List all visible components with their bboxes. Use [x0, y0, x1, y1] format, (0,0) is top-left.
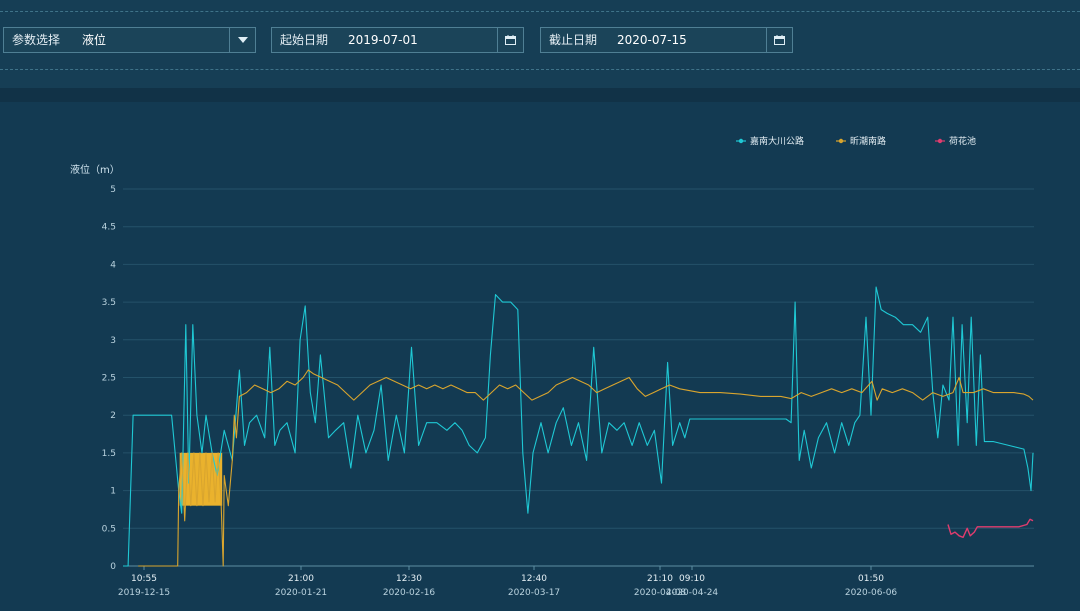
y-tick-label: 4 — [110, 260, 116, 270]
grid — [123, 188, 1034, 567]
legend-marker — [738, 138, 744, 144]
start-date-label: 起始日期 — [280, 33, 329, 47]
y-tick-label: 3.5 — [102, 298, 116, 308]
x-tick-date: 2020-04-24 — [666, 588, 719, 598]
y-tick-label: 2 — [110, 411, 116, 421]
x-tick-time: 12:30 — [396, 574, 422, 584]
x-tick-time: 21:10 — [647, 574, 673, 584]
legend[interactable]: 嘉南大川公路 昕潮南路 荷花池 — [736, 135, 976, 147]
series-lines — [123, 286, 1034, 567]
start-date-value: 2019-07-01 — [348, 33, 418, 47]
x-tick-time: 21:00 — [288, 574, 314, 584]
series-line-1 — [123, 286, 1034, 567]
x-tick-date: 2020-01-21 — [275, 588, 327, 598]
x-tick-date: 2019-12-15 — [118, 588, 170, 598]
y-tick-label: 0.5 — [102, 524, 116, 534]
x-tick-date: 2020-02-16 — [383, 588, 436, 598]
calendar-icon[interactable] — [766, 28, 792, 52]
y-tick-label: 1.5 — [102, 449, 116, 459]
legend-label: 荷花池 — [949, 135, 976, 147]
legend-label: 昕潮南路 — [850, 135, 886, 147]
x-tick-time: 10:55 — [131, 574, 157, 584]
legend-marker — [937, 138, 943, 144]
filter-bar: 参数选择 液位 起始日期 2019-07-01 截止日期 2020-07-15 — [0, 0, 1080, 88]
y-tick-label: 1 — [110, 487, 116, 497]
end-date-value: 2020-07-15 — [617, 33, 687, 47]
legend-label: 嘉南大川公路 — [750, 135, 804, 147]
param-select-label: 参数选择 — [12, 33, 61, 47]
chevron-down-icon[interactable] — [229, 28, 255, 52]
x-tick-date: 2020-06-06 — [845, 588, 898, 598]
y-tick-label: 4.5 — [102, 223, 116, 233]
legend-item[interactable]: 荷花池 — [935, 135, 976, 147]
calendar-icon[interactable] — [497, 28, 523, 52]
water-level-chart: 液位（m） 0 0.5 1 1.5 2 2.5 3 3.5 4 4.5 5 10:55 2019-12… — [70, 135, 1034, 598]
bottom-divider — [0, 69, 1080, 70]
x-tick-date: 2020-03-17 — [508, 588, 560, 598]
x-tick-time: 09:10 — [679, 574, 705, 584]
param-select[interactable]: 参数选择 液位 — [3, 27, 256, 53]
top-divider — [0, 11, 1080, 12]
legend-item[interactable]: 嘉南大川公路 — [736, 135, 804, 147]
legend-item[interactable]: 昕潮南路 — [836, 135, 886, 147]
end-date-label: 截止日期 — [549, 33, 598, 47]
y-axis-title: 液位（m） — [70, 163, 120, 176]
y-axis: 0 0.5 1 1.5 2 2.5 3 3.5 4 4.5 5 — [102, 185, 117, 572]
param-select-value: 液位 — [82, 33, 107, 47]
y-tick-label: 0 — [110, 562, 116, 572]
y-tick-label: 5 — [110, 185, 116, 195]
start-date-field[interactable]: 起始日期 2019-07-01 — [271, 27, 524, 53]
x-tick-time: 12:40 — [521, 574, 547, 584]
y-tick-label: 3 — [110, 336, 116, 346]
end-date-field[interactable]: 截止日期 2020-07-15 — [540, 27, 793, 53]
header-band — [0, 88, 1080, 102]
x-tick-time: 01:50 — [858, 574, 884, 584]
legend-marker — [838, 138, 844, 144]
x-axis: 10:55 2019-12-15 21:00 2020-01-21 12:30 2020-… — [118, 566, 898, 598]
y-tick-label: 2.5 — [102, 374, 116, 384]
